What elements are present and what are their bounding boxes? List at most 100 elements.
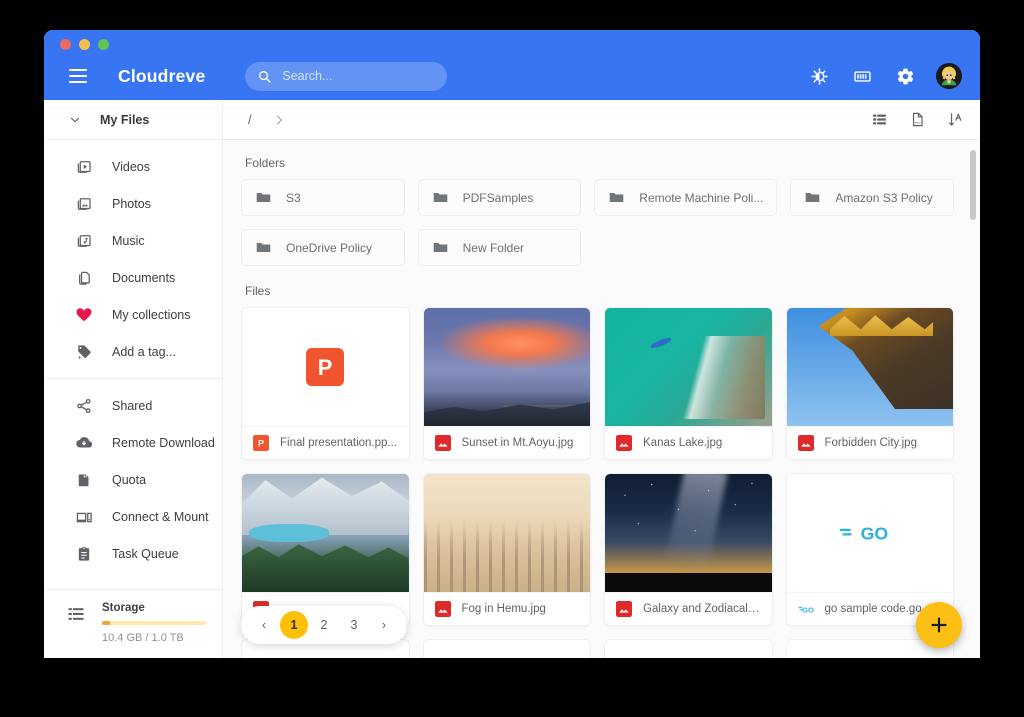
storage-icon[interactable] bbox=[847, 61, 877, 91]
pagination-page-3[interactable]: 3 bbox=[340, 611, 368, 639]
image-icon bbox=[434, 601, 451, 617]
sidebar-item-documents[interactable]: Documents bbox=[44, 259, 222, 296]
file-name: Sunset in Mt.Aoyu.jpg bbox=[461, 437, 574, 449]
file-thumbnail bbox=[605, 308, 772, 426]
music-icon bbox=[74, 231, 94, 251]
share-icon bbox=[74, 396, 94, 416]
sidebar-item-videos[interactable]: Videos bbox=[44, 148, 222, 185]
folder-name: Amazon S3 Policy bbox=[835, 190, 933, 205]
image-icon bbox=[797, 435, 814, 451]
sidebar-item-label: My collections bbox=[112, 307, 191, 322]
pagination-next-button[interactable]: › bbox=[370, 611, 398, 639]
search-input[interactable]: Search... bbox=[245, 61, 448, 91]
sidebar-item-music[interactable]: Music bbox=[44, 222, 222, 259]
menu-icon[interactable] bbox=[60, 58, 96, 94]
file-name: Forbidden City.jpg bbox=[824, 437, 917, 449]
file-card[interactable] bbox=[422, 639, 591, 658]
file-card[interactable] bbox=[604, 639, 773, 658]
file-card[interactable]: Kanas Lake.jpg bbox=[604, 307, 773, 460]
image-icon bbox=[616, 435, 632, 451]
file-card[interactable] bbox=[241, 473, 410, 626]
sidebar-group-categories: Videos Photos Music Documents My collect… bbox=[44, 140, 222, 378]
file-caption: Galaxy and Zodiacal ... bbox=[605, 592, 772, 625]
sidebar-item-photos[interactable]: Photos bbox=[44, 185, 222, 222]
folder-icon bbox=[256, 192, 271, 203]
sidebar-item-label: Documents bbox=[112, 270, 176, 285]
title-bar: Cloudreve Search... bbox=[44, 30, 980, 100]
folder-icon bbox=[806, 192, 820, 203]
sidebar-item-connect-and-mount[interactable]: Connect & Mount bbox=[44, 498, 222, 535]
svg-text:P: P bbox=[258, 439, 264, 449]
vertical-scrollbar[interactable] bbox=[970, 150, 976, 220]
folder-card[interactable]: Amazon S3 Policy bbox=[790, 179, 954, 216]
sidebar-item-remote-download[interactable]: Remote Download bbox=[44, 424, 222, 461]
minimize-window-button[interactable] bbox=[79, 39, 90, 50]
view-controls bbox=[870, 111, 964, 129]
dark-mode-icon[interactable] bbox=[804, 61, 834, 91]
close-window-button[interactable] bbox=[60, 39, 71, 50]
file-card[interactable]: Forbidden City.jpg bbox=[785, 307, 954, 460]
svg-text:P: P bbox=[318, 355, 333, 380]
storage-progress-bar bbox=[102, 621, 206, 625]
folder-card[interactable]: OneDrive Policy bbox=[241, 229, 405, 266]
folder-icon bbox=[433, 192, 447, 203]
thumbnail-image bbox=[605, 308, 772, 426]
file-card[interactable]: Galaxy and Zodiacal ... bbox=[604, 473, 773, 626]
folder-card[interactable]: Remote Machine Poli... bbox=[594, 179, 778, 216]
thumbnail-image bbox=[605, 474, 772, 592]
documents-icon bbox=[74, 268, 94, 288]
storage-text: Storage 10.4 GB / 1.0 TB bbox=[102, 602, 206, 644]
sort-az-icon[interactable] bbox=[946, 111, 964, 129]
sidebar-item-add-a-tag[interactable]: Add a tag... bbox=[44, 333, 222, 370]
folder-grid: S3 PDFSamples Remote Machine Poli... Ama… bbox=[241, 179, 954, 266]
heart-icon bbox=[74, 305, 94, 325]
folder-card[interactable]: New Folder bbox=[417, 229, 582, 266]
app-bar: Cloudreve Search... bbox=[44, 52, 980, 100]
sidebar-root-my-files[interactable]: My Files bbox=[44, 100, 222, 140]
file-name: Final presentation.pp... bbox=[280, 437, 397, 449]
folder-card[interactable]: PDFSamples bbox=[417, 179, 582, 216]
plus-icon bbox=[931, 617, 947, 633]
pagination-page-1[interactable]: 1 bbox=[280, 611, 308, 639]
sidebar-root-label: My Files bbox=[100, 112, 150, 127]
connect-mount-icon bbox=[74, 507, 94, 527]
gear-icon[interactable] bbox=[890, 61, 920, 91]
list-view-icon[interactable] bbox=[870, 111, 888, 129]
file-name: Kanas Lake.jpg bbox=[643, 437, 723, 449]
file-name: go sample code.go bbox=[824, 603, 922, 615]
file-card[interactable]: Sunset in Mt.Aoyu.jpg bbox=[422, 307, 591, 460]
file-caption: P Final presentation.pp... bbox=[242, 426, 409, 459]
pagination-page-2[interactable]: 2 bbox=[310, 611, 338, 639]
chevron-right-icon[interactable] bbox=[272, 113, 286, 127]
folder-name: S3 bbox=[286, 190, 301, 205]
sidebar-item-task-queue[interactable]: Task Queue bbox=[44, 535, 222, 572]
file-browser-scroll[interactable]: Folders S3 PDFSamples Remote Machine Pol… bbox=[223, 140, 980, 658]
folder-name: OneDrive Policy bbox=[286, 240, 373, 255]
storage-summary[interactable]: Storage 10.4 GB / 1.0 TB bbox=[44, 589, 222, 658]
file-page-icon[interactable] bbox=[908, 111, 926, 129]
storage-title: Storage bbox=[102, 602, 145, 614]
sidebar-group-tools: Shared Remote Download Quota Connect & M… bbox=[44, 378, 222, 580]
add-tag-icon bbox=[74, 342, 94, 362]
sidebar-item-quota[interactable]: Quota bbox=[44, 461, 222, 498]
avatar[interactable] bbox=[936, 63, 962, 89]
maximize-window-button[interactable] bbox=[98, 39, 109, 50]
breadcrumb-bar: / bbox=[223, 100, 980, 140]
file-thumbnail: GO bbox=[786, 474, 953, 592]
app-body: My Files Videos Photos Music Documents M… bbox=[44, 100, 980, 658]
file-card[interactable]: P P Final presentation.pp... bbox=[241, 307, 410, 460]
storage-quota-label: 10.4 GB / 1.0 TB bbox=[102, 632, 184, 644]
file-thumbnail bbox=[242, 474, 409, 592]
folder-card[interactable]: S3 bbox=[241, 179, 405, 216]
pagination-prev-button[interactable]: ‹ bbox=[250, 611, 278, 639]
sidebar-item-shared[interactable]: Shared bbox=[44, 387, 222, 424]
app-title: Cloudreve bbox=[118, 65, 206, 86]
sidebar-item-my-collections[interactable]: My collections bbox=[44, 296, 222, 333]
file-grid: P P Final presentation.pp... Sunset in M… bbox=[241, 307, 954, 626]
breadcrumb-root[interactable]: / bbox=[241, 111, 258, 129]
go-icon: GO bbox=[839, 523, 888, 543]
file-card[interactable]: Fog in Hemu.jpg bbox=[422, 473, 591, 626]
add-button[interactable] bbox=[916, 602, 962, 648]
file-thumbnail bbox=[423, 308, 590, 426]
file-caption: Sunset in Mt.Aoyu.jpg bbox=[423, 426, 590, 459]
